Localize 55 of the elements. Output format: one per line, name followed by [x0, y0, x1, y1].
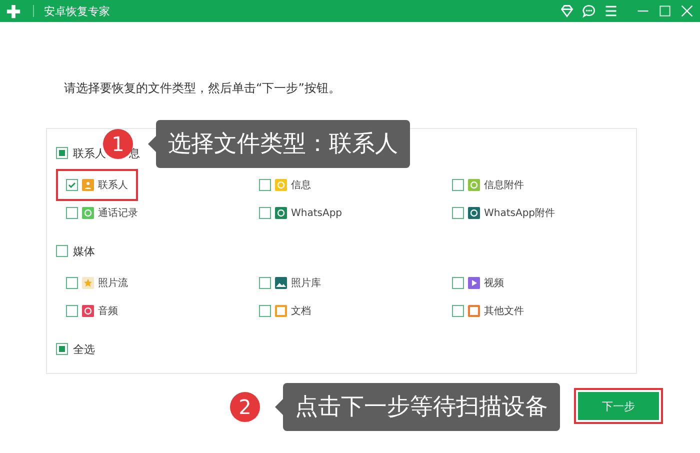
photo-library-type-icon [275, 277, 287, 289]
checkbox[interactable] [452, 207, 464, 219]
check-icon [67, 180, 77, 190]
tooltip-callout: 点击下一步等待扫描设备 [283, 383, 560, 431]
next-button[interactable]: 下一步 [578, 392, 659, 420]
video-type-icon [468, 277, 480, 289]
select-all-checkbox[interactable] [56, 343, 68, 355]
file-type-label: 视频 [484, 276, 504, 290]
checkbox[interactable] [66, 207, 78, 219]
checkbox[interactable] [452, 305, 464, 317]
checkbox[interactable] [66, 305, 78, 317]
chat-icon[interactable] [582, 4, 596, 18]
file-type-label: 信息附件 [484, 178, 524, 192]
contact-type-icon [82, 179, 94, 191]
file-type-label: 其他文件 [484, 304, 524, 318]
window-title: 安卓恢复专家 [44, 4, 110, 18]
group-checkbox[interactable] [56, 245, 68, 257]
checkbox[interactable] [259, 277, 271, 289]
file-type-label: 通话记录 [98, 206, 138, 220]
step-badge: 2 [230, 392, 260, 422]
file-type-label: 信息 [291, 178, 311, 192]
document-type-icon [275, 305, 287, 317]
plus-logo-icon [6, 4, 21, 18]
checkbox[interactable] [66, 277, 78, 289]
file-type-label: WhatsApp [291, 208, 342, 218]
checkbox[interactable] [259, 305, 271, 317]
maximize-icon[interactable] [658, 4, 672, 18]
photostream-type-icon [82, 277, 94, 289]
call-type-icon [82, 207, 94, 219]
menu-icon[interactable] [604, 4, 618, 18]
audio-type-icon [82, 305, 94, 317]
file-type-label: 文档 [291, 304, 311, 318]
group-checkbox[interactable] [56, 147, 68, 159]
other-type-icon [468, 305, 480, 317]
checkbox[interactable] [66, 179, 78, 191]
checkbox[interactable] [259, 179, 271, 191]
select-all-label: 全选 [73, 342, 95, 356]
checkbox[interactable] [259, 207, 271, 219]
group-label: 媒体 [73, 244, 95, 258]
file-type-label: 音频 [98, 304, 118, 318]
file-type-label: 照片库 [291, 276, 321, 290]
whatsapp-type-icon [275, 207, 287, 219]
checkbox[interactable] [452, 179, 464, 191]
diamond-icon[interactable] [560, 4, 574, 18]
tooltip-callout: 选择文件类型：联系人 [156, 120, 410, 168]
group-label: 联系人 [73, 146, 106, 160]
file-type-label: 联系人 [98, 178, 128, 192]
file-type-label: WhatsApp附件 [484, 207, 556, 220]
message-type-icon [275, 179, 287, 191]
file-type-label: 照片流 [98, 276, 128, 290]
close-icon[interactable] [680, 4, 694, 18]
instruction-text: 请选择要恢复的文件类型，然后单击“下一步”按钮。 [64, 80, 342, 96]
checkbox[interactable] [452, 277, 464, 289]
whatsapp-attachment-type-icon [468, 207, 480, 219]
attachment-type-icon [468, 179, 480, 191]
